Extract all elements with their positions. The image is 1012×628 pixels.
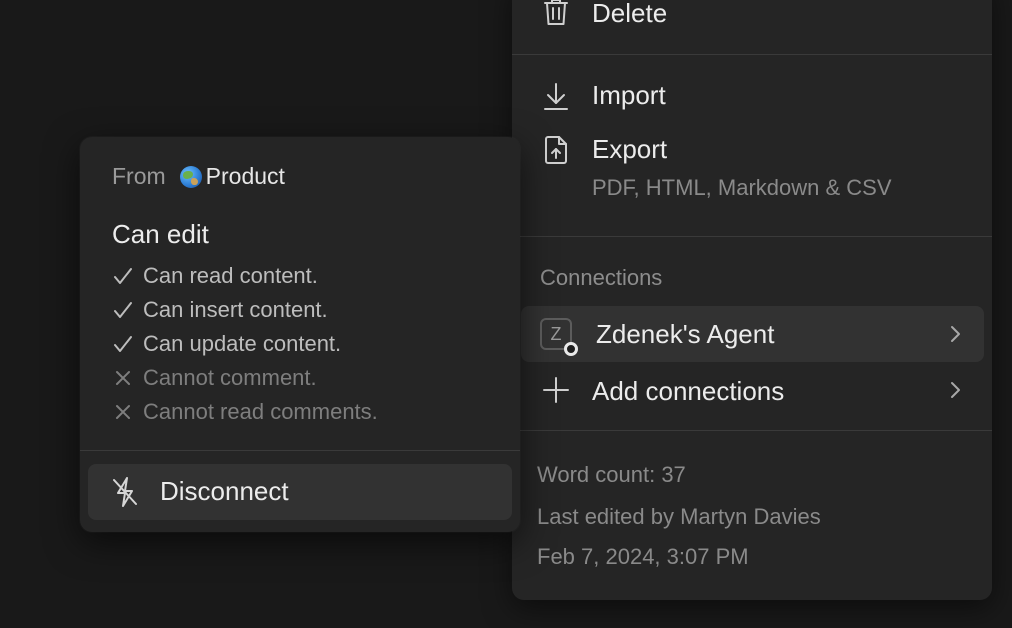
chevron-right-icon [951,382,960,398]
permission-level: Can edit [112,219,209,249]
menu-divider [512,236,992,237]
permission-text: Cannot comment. [143,365,317,390]
permission-text: Can insert content. [143,297,328,322]
export-formats: PDF, HTML, Markdown & CSV [592,175,892,200]
check-icon [112,265,134,287]
menu-divider [512,54,992,55]
permission-text: Can read content. [143,263,318,288]
download-icon [540,80,572,112]
permission-item: Can read content. [112,259,378,293]
word-count: Word count: 37 [537,462,686,487]
agent-label: Zdenek's Agent [596,319,775,349]
connection-permissions-popover: From Product Can edit Can read content. … [80,137,520,532]
plus-icon [540,374,572,406]
permission-text: Can update content. [143,331,342,356]
trash-icon [540,0,572,28]
disconnect-button[interactable]: Disconnect [88,464,512,520]
export-label: Export [592,134,668,164]
popover-divider [80,450,520,451]
source-line: From Product [112,163,285,190]
permission-item: Can update content. [112,327,378,361]
permission-item: Can insert content. [112,293,378,327]
permission-text: Cannot read comments. [143,399,378,424]
status-dot [564,342,578,356]
chevron-right-icon [951,326,960,342]
last-edited-date: Feb 7, 2024, 3:07 PM [537,544,749,569]
check-icon [112,333,134,355]
delete-label: Delete [592,0,668,28]
disconnect-label: Disconnect [160,476,289,506]
unplug-icon [110,476,140,508]
cross-icon [112,401,134,423]
add-connections-label: Add connections [592,376,785,406]
menu-divider [512,430,992,431]
permission-list: Can read content. Can insert content. Ca… [112,259,378,429]
page-menu: Delete Import Export PDF, HTML, Markdown… [512,0,992,600]
permission-item: Cannot read comments. [112,395,378,429]
connection-item-agent[interactable]: Z Zdenek's Agent [521,306,984,362]
permission-item: Cannot comment. [112,361,378,395]
cross-icon [112,367,134,389]
file-export-icon [540,134,572,166]
connections-heading: Connections [540,265,663,290]
globe-icon [179,165,202,188]
import-label: Import [592,80,666,110]
from-label: From [112,163,166,189]
check-icon [112,299,134,321]
last-edited-by: Last edited by Martyn Davies [537,504,821,529]
source-name: Product [205,163,285,189]
